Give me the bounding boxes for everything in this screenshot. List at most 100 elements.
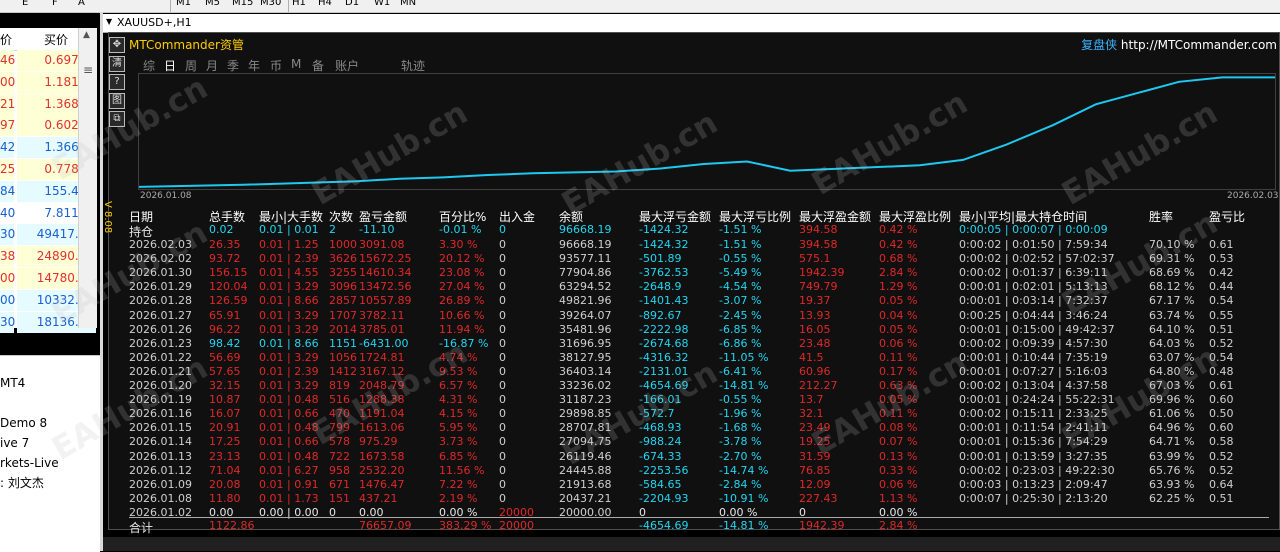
navigator-item[interactable]: Demo 8 bbox=[0, 416, 47, 430]
move-icon[interactable]: ✥ bbox=[109, 37, 125, 53]
cell-pnl: 3782.11 bbox=[359, 308, 405, 322]
total-mfp: 1942.39 bbox=[799, 519, 845, 532]
cell-time: 0:00:01 | 0:10:44 | 7:35:19 bbox=[959, 350, 1108, 364]
total-mfpp: 2.84 % bbox=[879, 519, 918, 532]
timeframe-mn[interactable]: MN bbox=[400, 0, 416, 8]
timeframe-m15[interactable]: M15 bbox=[232, 0, 253, 8]
cell-mfp: 19.37 bbox=[799, 294, 831, 308]
price-chart-strip bbox=[103, 537, 1280, 551]
toolbar-letter-0[interactable]: E bbox=[22, 0, 28, 8]
navigator-item[interactable]: rkets-Live bbox=[0, 456, 59, 470]
tab-10[interactable]: 轨迹 bbox=[401, 57, 425, 74]
timeframe-h4[interactable]: H4 bbox=[318, 0, 332, 8]
total-lots: 1122.86 bbox=[209, 519, 255, 532]
cell-ratio: 0.51 bbox=[1209, 322, 1234, 336]
tab-1[interactable]: 日 bbox=[164, 57, 176, 74]
cell-pnl: 437.21 bbox=[359, 491, 398, 505]
navigator-item[interactable]: ive 7 bbox=[0, 436, 29, 450]
cell-lots: 65.91 bbox=[209, 308, 241, 322]
site-link[interactable]: 复盘侠 http://MTCommander.com bbox=[1081, 36, 1277, 53]
cell-date: 2026.01.28 bbox=[129, 294, 192, 308]
cell-time: 0:00:03 | 0:13:23 | 2:09:47 bbox=[959, 477, 1108, 491]
cell-mflp: -10.91 % bbox=[719, 491, 769, 505]
help-icon[interactable]: ? bbox=[109, 74, 125, 90]
tab-3[interactable]: 月 bbox=[206, 57, 218, 74]
toolbar-letter-1[interactable]: F bbox=[52, 0, 58, 8]
cell-bal: 77904.86 bbox=[559, 266, 612, 280]
cell-mflp: -3.07 % bbox=[719, 294, 762, 308]
scroll-grip-icon[interactable]: ≡ bbox=[83, 63, 93, 77]
timeframe-toolbar: E F A M1 M5 M15 M30 H1 H4 D1 W1 MN bbox=[0, 0, 1280, 13]
tab-0[interactable]: 综 bbox=[143, 57, 155, 74]
cell-io: 0 bbox=[499, 238, 506, 251]
tab-4[interactable]: 季 bbox=[227, 57, 239, 74]
cell-mfpp: 0.05 % bbox=[879, 322, 918, 336]
balance-point bbox=[919, 164, 921, 167]
cell-count: 958 bbox=[329, 463, 350, 477]
cell-win: 64.10 % bbox=[1149, 322, 1195, 336]
timeframe-d1[interactable]: D1 bbox=[345, 0, 359, 8]
cell-mfpp: 0.13 % bbox=[879, 449, 918, 463]
cell-pnl: 10557.89 bbox=[359, 294, 412, 308]
cell-bal: 35481.96 bbox=[559, 322, 612, 336]
window-menu-icon[interactable]: ▼ bbox=[106, 17, 112, 26]
cell-mfpp: 0.05 % bbox=[879, 294, 918, 308]
cell-mfp: 32.1 bbox=[799, 407, 824, 421]
ask-column-header: 买价 bbox=[44, 33, 69, 47]
cell-minmax: 0.01 | 2.39 bbox=[259, 364, 319, 378]
cell-minmax: 0.01 | 1.25 bbox=[259, 238, 319, 251]
tab-7[interactable]: M bbox=[291, 57, 301, 71]
site-cn-label: 复盘侠 bbox=[1081, 38, 1118, 52]
cell-date: 2026.01.09 bbox=[129, 477, 192, 491]
cell-mflp: -0.55 % bbox=[719, 393, 762, 407]
cell-pnl: -11.10 bbox=[359, 223, 395, 236]
cell-bal: 39264.07 bbox=[559, 308, 612, 322]
picture-icon[interactable]: 图 bbox=[109, 92, 125, 109]
navigator-item[interactable]: : 刘文杰 bbox=[0, 474, 44, 491]
bid-cell: 00 bbox=[0, 268, 16, 289]
tab-8[interactable]: 备 bbox=[312, 57, 324, 74]
timeframe-m5[interactable]: M5 bbox=[205, 0, 220, 8]
navigator-item[interactable]: MT4 bbox=[0, 376, 25, 390]
cell-mflp: -1.96 % bbox=[719, 407, 762, 421]
cell-count: 2 bbox=[329, 223, 336, 236]
bid-cell: 21 bbox=[0, 93, 15, 115]
cell-lots: 126.59 bbox=[209, 294, 248, 308]
cell-minmax: 0.01 | 0.01 bbox=[259, 223, 319, 236]
timeframe-w1[interactable]: W1 bbox=[374, 0, 390, 8]
cell-bal: 31187.23 bbox=[559, 393, 612, 407]
cell-pct: 2.19 % bbox=[439, 491, 478, 505]
timeframe-m1[interactable]: M1 bbox=[176, 0, 191, 8]
balance-point bbox=[242, 184, 244, 186]
cell-pnl: 1673.58 bbox=[359, 449, 405, 463]
total-date: 合计 bbox=[129, 521, 154, 535]
cell-ratio: 0.64 bbox=[1209, 477, 1234, 491]
tab-6[interactable]: 币 bbox=[270, 57, 282, 74]
bid-value: 42 bbox=[0, 140, 16, 155]
cell-ratio: 0.55 bbox=[1209, 308, 1234, 322]
cell-lots: 120.04 bbox=[209, 280, 248, 294]
total-io: 20000 bbox=[499, 519, 534, 532]
cell-date: 2026.01.27 bbox=[129, 308, 192, 322]
chart-window-title: ▼ XAUUSD+,H1 bbox=[103, 14, 1280, 33]
cell-lots: 17.25 bbox=[209, 435, 241, 449]
cell-ratio: 0.60 bbox=[1209, 393, 1234, 407]
cell-win: 68.12 % bbox=[1149, 280, 1195, 294]
bid-value: 00 bbox=[0, 271, 16, 285]
toolbar-letter-2[interactable]: A bbox=[78, 0, 85, 8]
cell-mflp: -2.84 % bbox=[719, 477, 762, 491]
cell-io: 0 bbox=[499, 364, 506, 378]
tab-5[interactable]: 年 bbox=[248, 57, 260, 74]
timeframe-h1[interactable]: H1 bbox=[292, 0, 306, 8]
cell-win: 64.71 % bbox=[1149, 435, 1195, 449]
site-url[interactable]: http://MTCommander.com bbox=[1121, 38, 1277, 52]
clear-icon[interactable]: 清 bbox=[109, 55, 125, 72]
cell-lots: 156.15 bbox=[209, 266, 248, 280]
cell-time: 0:00:01 | 0:13:59 | 3:27:35 bbox=[959, 449, 1108, 463]
tab-9[interactable]: 账户 bbox=[335, 57, 359, 74]
cell-count: 2857 bbox=[329, 294, 357, 308]
timeframe-m30[interactable]: M30 bbox=[260, 0, 281, 8]
bid-cell: 30 bbox=[0, 224, 15, 246]
scroll-up-icon[interactable]: ▲ bbox=[83, 30, 90, 40]
cell-pct: 23.08 % bbox=[439, 266, 485, 280]
